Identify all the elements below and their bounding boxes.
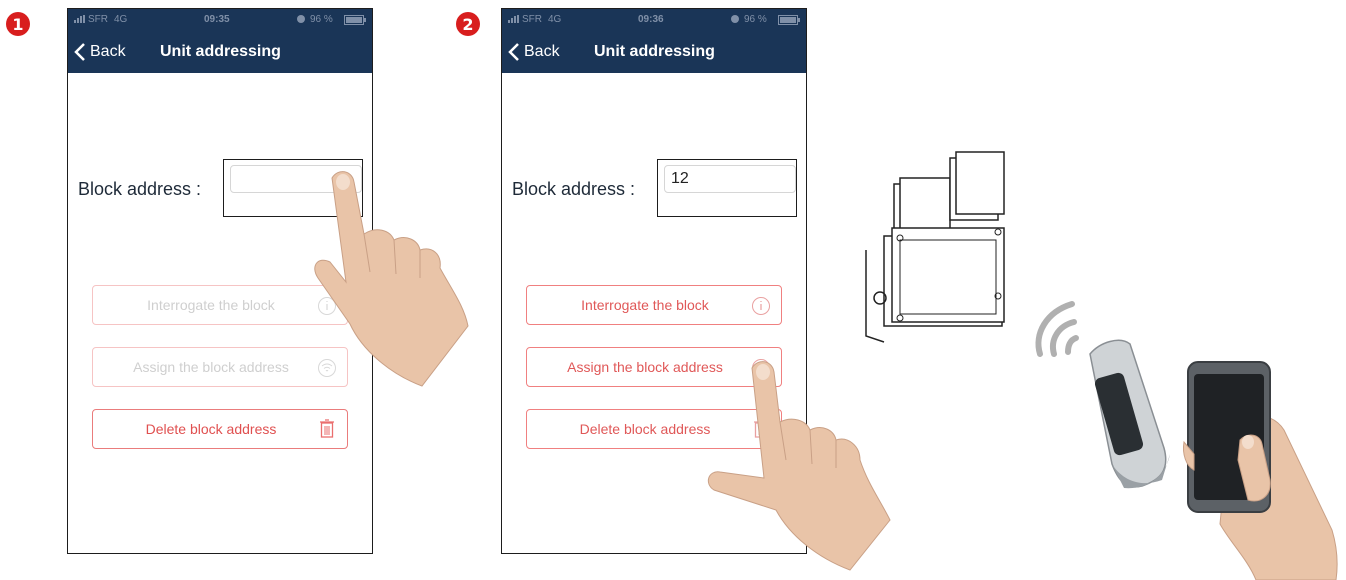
back-label: Back: [90, 43, 126, 60]
alarm-icon: [296, 14, 306, 27]
back-label: Back: [524, 43, 560, 60]
delete-label: Delete block address: [145, 421, 277, 437]
step-badge-1: 1: [6, 12, 30, 36]
alarm-icon: [730, 14, 740, 27]
carrier-label: SFR: [88, 14, 108, 25]
chevron-left-icon: [74, 43, 85, 61]
signal-icon: [508, 15, 522, 26]
interrogate-block-button[interactable]: Interrogate the block: [526, 285, 782, 325]
screen-title: Unit addressing: [594, 43, 715, 60]
block-address-input[interactable]: [664, 165, 796, 193]
back-button[interactable]: Back: [74, 42, 126, 62]
battery-percent: 96 %: [744, 14, 767, 25]
network-label: 4G: [548, 14, 562, 25]
clock: 09:35: [204, 14, 230, 25]
status-bar: SFR 4G 09:35 96 %: [68, 9, 372, 31]
signal-icon: [74, 15, 88, 26]
nav-bar: Back Unit addressing: [502, 31, 806, 73]
network-label: 4G: [114, 14, 128, 25]
pointing-hand-2: [707, 361, 891, 571]
trash-icon: [320, 419, 334, 438]
back-button[interactable]: Back: [508, 42, 560, 62]
battery-icon: [778, 15, 800, 28]
status-bar: SFR 4G 09:36 96 %: [502, 9, 806, 31]
block-address-label: Block address :: [512, 179, 636, 199]
clock: 09:36: [638, 14, 664, 25]
assign-label: Assign the block address: [133, 359, 289, 375]
block-address-highlight: [657, 159, 797, 217]
pointing-hand-1: [314, 171, 469, 387]
screen-title: Unit addressing: [160, 43, 281, 60]
chevron-left-icon: [508, 43, 519, 61]
info-icon: [752, 297, 770, 315]
interrogate-label: Interrogate the block: [147, 297, 275, 313]
control-block-device: [865, 151, 1005, 343]
step-badge-2: 2: [456, 12, 480, 36]
delete-label: Delete block address: [579, 421, 711, 437]
interrogate-label: Interrogate the block: [581, 297, 709, 313]
delete-block-address-button[interactable]: Delete block address: [92, 409, 348, 449]
nav-bar: Back Unit addressing: [68, 31, 372, 73]
nfc-reader-with-smartphone: [1089, 339, 1338, 580]
battery-icon: [344, 15, 366, 28]
battery-percent: 96 %: [310, 14, 333, 25]
carrier-label: SFR: [522, 14, 542, 25]
block-address-label: Block address :: [78, 179, 202, 199]
